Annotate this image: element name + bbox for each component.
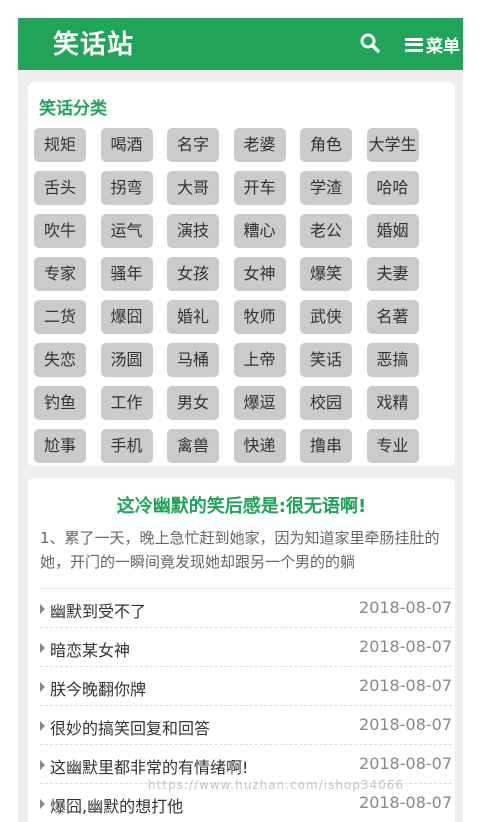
menu-label: 菜单 (426, 37, 460, 57)
list-item-title[interactable]: 这幽默里都非常的有情绪啊! (50, 754, 248, 778)
list-item-title[interactable]: 很妙的搞笑回复和回答 (50, 715, 210, 739)
category-tag[interactable]: 男女 (167, 386, 219, 420)
caret-right-icon (40, 721, 45, 731)
category-tag[interactable]: 拐弯 (100, 171, 153, 205)
menu-button[interactable]: 菜单 (405, 32, 460, 57)
category-tag[interactable]: 老婆 (233, 128, 286, 162)
category-tag[interactable]: 哈哈 (366, 171, 419, 205)
category-tag[interactable]: 专家 (34, 257, 86, 291)
category-tag[interactable]: 恶搞 (366, 343, 419, 377)
caret-right-icon (40, 760, 45, 770)
category-tag[interactable]: 快递 (233, 429, 286, 463)
category-tag[interactable]: 上帝 (233, 343, 286, 377)
category-tag[interactable]: 校园 (300, 386, 352, 420)
category-tag[interactable]: 爆笑 (300, 257, 352, 291)
site-logo[interactable]: 笑话站 (53, 24, 134, 61)
category-tag[interactable]: 婚礼 (167, 300, 219, 334)
caret-right-icon (40, 604, 45, 614)
category-tag[interactable]: 禽兽 (167, 429, 219, 463)
category-tag[interactable]: 喝酒 (100, 128, 153, 162)
category-tag[interactable]: 爆囧 (100, 300, 153, 334)
category-tag[interactable]: 二货 (34, 300, 86, 334)
category-tag[interactable]: 大哥 (167, 171, 219, 205)
list-item-title[interactable]: 爆囧,幽默的想打他 (50, 793, 183, 817)
caret-right-icon (40, 643, 45, 653)
category-tag[interactable]: 夫妻 (366, 257, 419, 291)
caret-right-icon (40, 799, 45, 809)
category-title: 笑话分类 (39, 99, 107, 119)
category-tag[interactable]: 骚年 (100, 257, 153, 291)
category-tag[interactable]: 撸串 (300, 429, 352, 463)
category-tag[interactable]: 学渣 (300, 171, 352, 205)
category-tag[interactable]: 专业 (366, 429, 419, 463)
category-tag[interactable]: 名著 (366, 300, 419, 334)
category-tag[interactable]: 武侠 (300, 300, 352, 334)
list-item-date: 2018-08-07 (359, 598, 452, 617)
category-tag[interactable]: 失恋 (34, 343, 86, 377)
category-tag[interactable]: 角色 (300, 128, 352, 162)
category-tag[interactable]: 戏精 (366, 386, 419, 420)
category-panel: 笑话分类 规矩 喝酒 名字 老婆 角色 大学生舌头 拐弯 大哥 开车 学渣 哈哈吹牛 运气 演技 糟心 老公… (28, 82, 455, 466)
top-header: 笑话站 菜单 (18, 18, 463, 70)
category-tag[interactable]: 牧师 (233, 300, 286, 334)
category-tag[interactable]: 运气 (100, 214, 153, 248)
hamburger-icon (405, 37, 423, 52)
category-tag[interactable]: 糟心 (233, 214, 286, 248)
list-item[interactable]: 很妙的搞笑回复和回答 2018-08-07 (40, 705, 452, 744)
list-item-date: 2018-08-07 (359, 754, 452, 773)
list-item[interactable]: 朕今晚翻你牌 2018-08-07 (40, 666, 452, 705)
category-tag[interactable]: 女神 (233, 257, 286, 291)
list-item-date: 2018-08-07 (359, 793, 452, 812)
category-tag[interactable]: 舌头 (34, 171, 86, 205)
list-item[interactable]: 暗恋某女神 2018-08-07 (40, 627, 452, 666)
featured-joke-panel: 这冷幽默的笑后感是:很无语啊! 1、累了一天，晚上急忙赶到她家，因为知道家里牵肠… (28, 478, 455, 822)
list-item-title[interactable]: 朕今晚翻你牌 (50, 676, 146, 700)
category-tag[interactable]: 老公 (300, 214, 352, 248)
category-tag[interactable]: 开车 (233, 171, 286, 205)
list-item-date: 2018-08-07 (359, 676, 452, 695)
category-tag[interactable]: 尬事 (34, 429, 86, 463)
category-tag[interactable]: 女孩 (167, 257, 219, 291)
category-tag[interactable]: 演技 (167, 214, 219, 248)
category-tag[interactable]: 大学生 (366, 128, 419, 162)
list-item[interactable]: 幽默到受不了 2018-08-07 (40, 588, 452, 627)
list-item-date: 2018-08-07 (359, 637, 452, 656)
category-tag[interactable]: 钓鱼 (34, 386, 86, 420)
page-frame: 笑话站 菜单 笑话分类 规矩 喝酒 名字 老婆 角色 大学生舌头 拐弯 大哥 开车 学渣 哈哈吹牛运… (18, 18, 463, 822)
featured-joke-text: 1、累了一天，晚上急忙赶到她家，因为知道家里牵肠挂肚的她，开门的一瞬间竟发现她却… (40, 529, 440, 571)
category-tag[interactable]: 吹牛 (34, 214, 86, 248)
category-tag[interactable]: 工作 (100, 386, 153, 420)
category-tag[interactable]: 爆逗 (233, 386, 286, 420)
category-tag[interactable]: 马桶 (167, 343, 219, 377)
featured-joke-title[interactable]: 这冷幽默的笑后感是:很无语啊! (28, 492, 455, 518)
category-tag[interactable]: 汤圆 (100, 343, 153, 377)
caret-right-icon (40, 682, 45, 692)
category-tag[interactable]: 婚姻 (366, 214, 419, 248)
search-icon[interactable] (360, 33, 380, 53)
category-tag[interactable]: 笑话 (300, 343, 352, 377)
category-tag[interactable]: 手机 (100, 429, 153, 463)
list-item-title[interactable]: 暗恋某女神 (50, 637, 130, 661)
category-tag[interactable]: 名字 (167, 128, 219, 162)
category-tag[interactable]: 规矩 (34, 128, 86, 162)
list-item-title[interactable]: 幽默到受不了 (50, 598, 146, 622)
watermark: https://www.huzhan.com/ishop34066 (148, 778, 405, 792)
list-item-date: 2018-08-07 (359, 715, 452, 734)
